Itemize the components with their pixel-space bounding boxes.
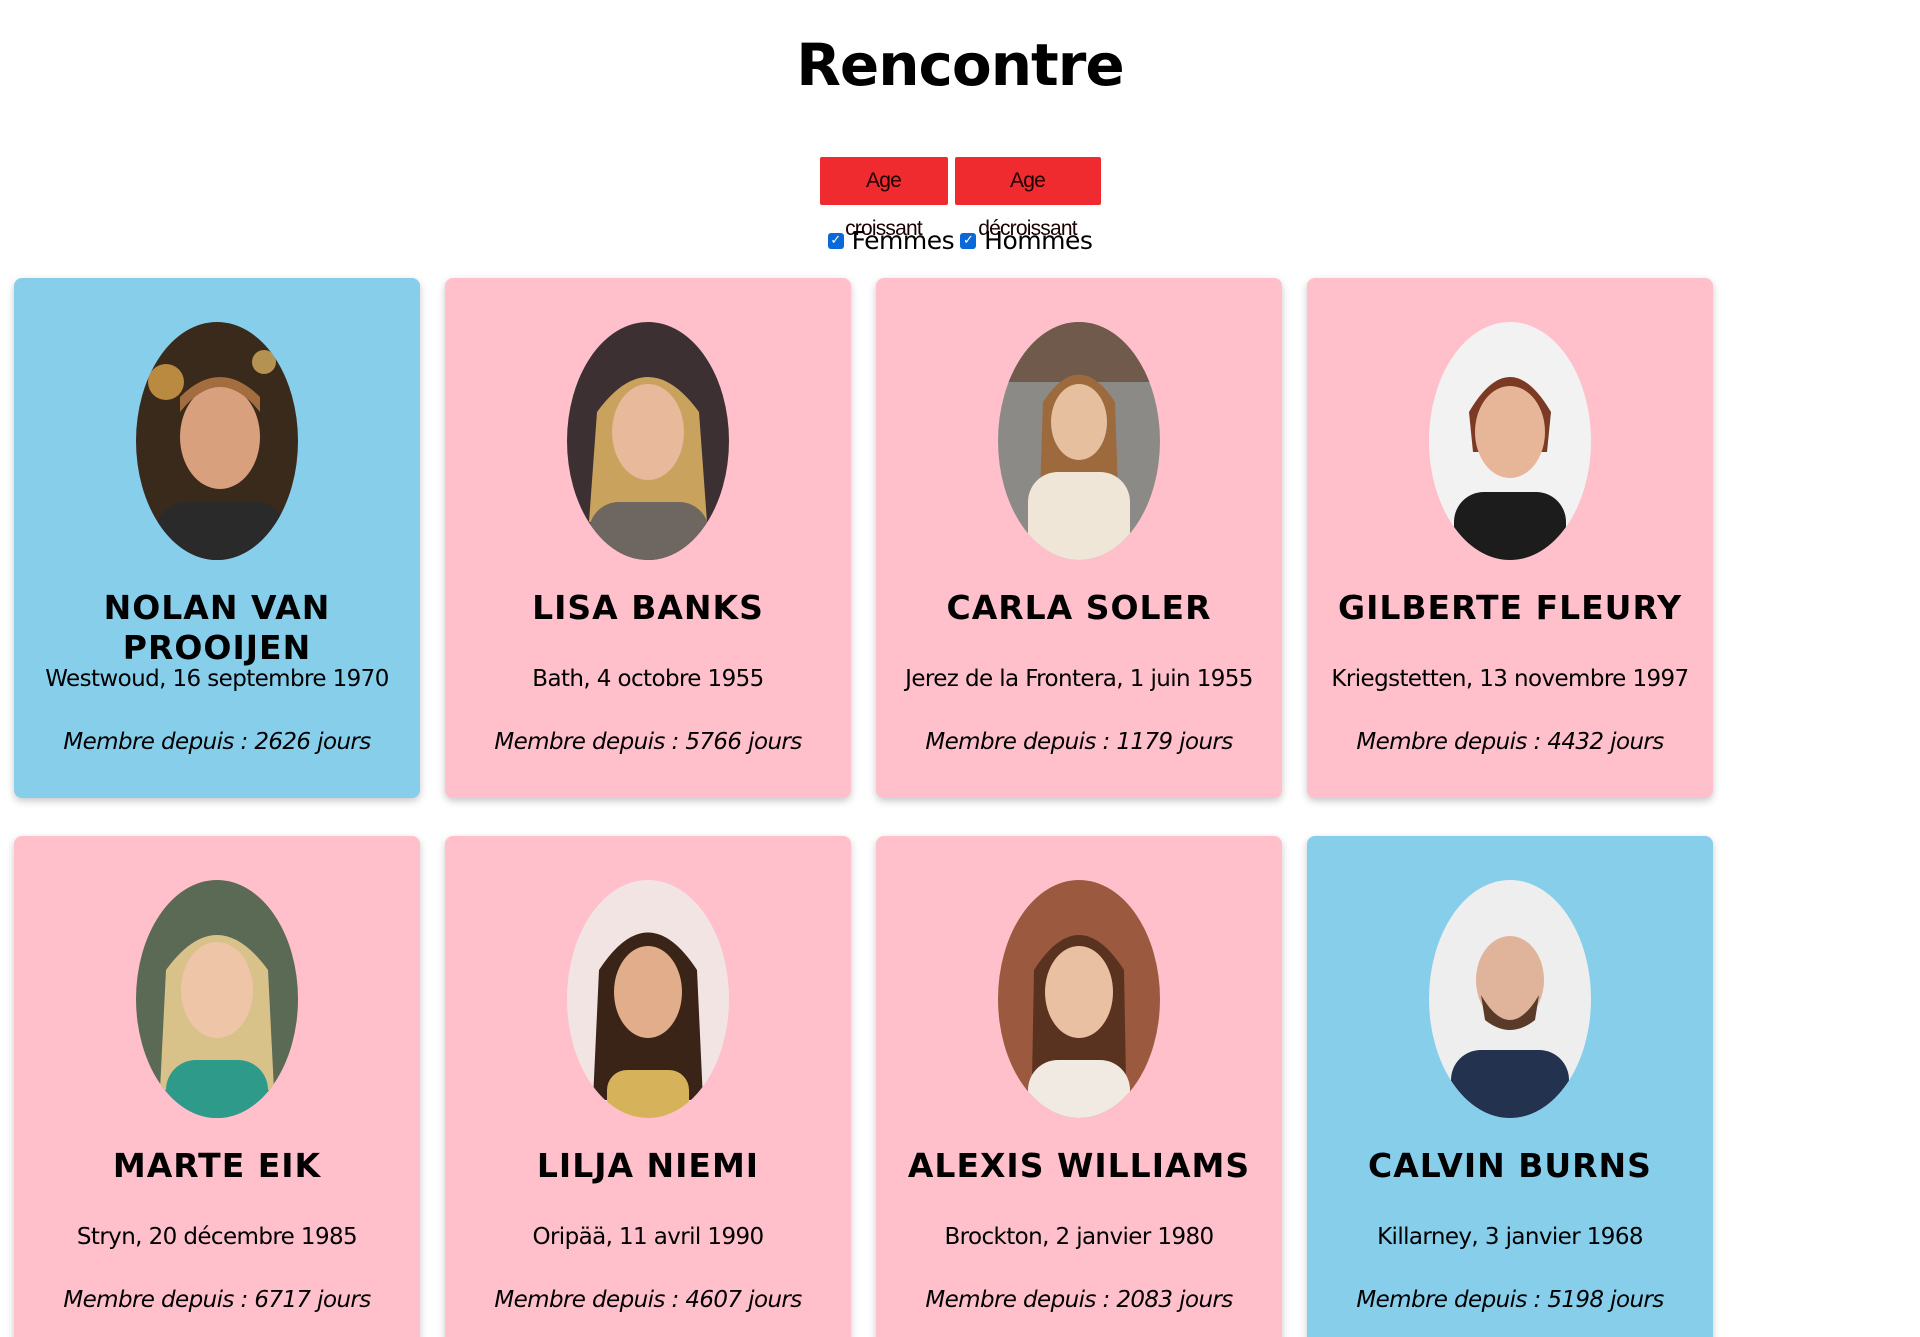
- member-since: Membre depuis : 2626 jours: [63, 729, 371, 755]
- member-since: Membre depuis : 5198 jours: [1356, 1287, 1664, 1313]
- member-card[interactable]: ALEXIS WILLIAMS Brockton, 2 janvier 1980…: [876, 836, 1282, 1337]
- member-name: GILBERTE FLEURY: [1338, 588, 1682, 627]
- member-origin: Oripää, 11 avril 1990: [532, 1224, 764, 1250]
- profile-photo-icon: [1429, 322, 1591, 560]
- profile-photo-icon: [567, 880, 729, 1118]
- member-since: Membre depuis : 2083 jours: [925, 1287, 1233, 1313]
- member-card[interactable]: CARLA SOLER Jerez de la Frontera, 1 juin…: [876, 278, 1282, 798]
- member-origin: Kriegstetten, 13 novembre 1997: [1331, 666, 1689, 692]
- member-grid: NOLAN VAN PROOIJEN Westwoud, 16 septembr…: [0, 0, 1920, 1337]
- member-name: NOLAN VAN PROOIJEN: [103, 588, 331, 667]
- page: Rencontre Age croissant Age décroissant …: [0, 0, 1920, 1337]
- member-card[interactable]: LISA BANKS Bath, 4 octobre 1955 Membre d…: [445, 278, 851, 798]
- member-origin: Stryn, 20 décembre 1985: [76, 1224, 358, 1250]
- member-name: MARTE EIK: [112, 1146, 322, 1185]
- member-since: Membre depuis : 4432 jours: [1356, 729, 1664, 755]
- member-card[interactable]: GILBERTE FLEURY Kriegstetten, 13 novembr…: [1307, 278, 1713, 798]
- member-name: LILJA NIEMI: [536, 1146, 760, 1185]
- profile-photo-icon: [567, 322, 729, 560]
- profile-photo-icon: [998, 322, 1160, 560]
- member-origin: Killarney, 3 janvier 1968: [1377, 1224, 1643, 1250]
- profile-photo-icon: [998, 880, 1160, 1118]
- member-origin: Brockton, 2 janvier 1980: [944, 1224, 1214, 1250]
- member-since: Membre depuis : 6717 jours: [63, 1287, 371, 1313]
- member-name: CALVIN BURNS: [1368, 1146, 1652, 1185]
- member-since: Membre depuis : 5766 jours: [494, 729, 802, 755]
- member-since: Membre depuis : 1179 jours: [925, 729, 1233, 755]
- member-name: LISA BANKS: [532, 588, 764, 627]
- member-since: Membre depuis : 4607 jours: [494, 1287, 802, 1313]
- member-card[interactable]: CALVIN BURNS Killarney, 3 janvier 1968 M…: [1307, 836, 1713, 1337]
- member-origin: Jerez de la Frontera, 1 juin 1955: [905, 666, 1253, 692]
- member-card[interactable]: MARTE EIK Stryn, 20 décembre 1985 Membre…: [14, 836, 420, 1337]
- member-name: ALEXIS WILLIAMS: [907, 1146, 1251, 1185]
- profile-photo-icon: [136, 880, 298, 1118]
- member-origin: Bath, 4 octobre 1955: [532, 666, 764, 692]
- profile-photo-icon: [1429, 880, 1591, 1118]
- member-card[interactable]: NOLAN VAN PROOIJEN Westwoud, 16 septembr…: [14, 278, 420, 798]
- profile-photo-icon: [136, 322, 298, 560]
- member-card[interactable]: LILJA NIEMI Oripää, 11 avril 1990 Membre…: [445, 836, 851, 1337]
- member-name: CARLA SOLER: [946, 588, 1212, 627]
- member-origin: Westwoud, 16 septembre 1970: [45, 666, 389, 692]
